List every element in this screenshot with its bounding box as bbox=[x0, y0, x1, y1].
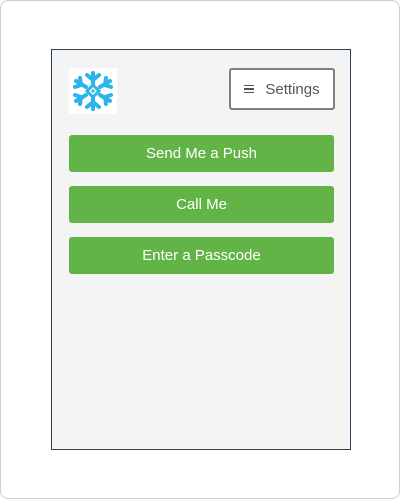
snowflake-logo-icon bbox=[69, 68, 117, 114]
call-me-label: Call Me bbox=[176, 196, 227, 213]
hamburger-menu-icon bbox=[244, 84, 255, 94]
auth-window: Settings Send Me a Push Call Me Enter a … bbox=[0, 0, 400, 499]
call-me-button[interactable]: Call Me bbox=[69, 186, 334, 223]
enter-passcode-button[interactable]: Enter a Passcode bbox=[69, 237, 334, 274]
send-push-button[interactable]: Send Me a Push bbox=[69, 135, 334, 172]
auth-prompt-panel: Settings Send Me a Push Call Me Enter a … bbox=[51, 49, 351, 450]
send-push-label: Send Me a Push bbox=[146, 145, 257, 162]
settings-label: Settings bbox=[265, 80, 320, 98]
settings-button[interactable]: Settings bbox=[229, 68, 335, 110]
enter-passcode-label: Enter a Passcode bbox=[142, 247, 261, 264]
